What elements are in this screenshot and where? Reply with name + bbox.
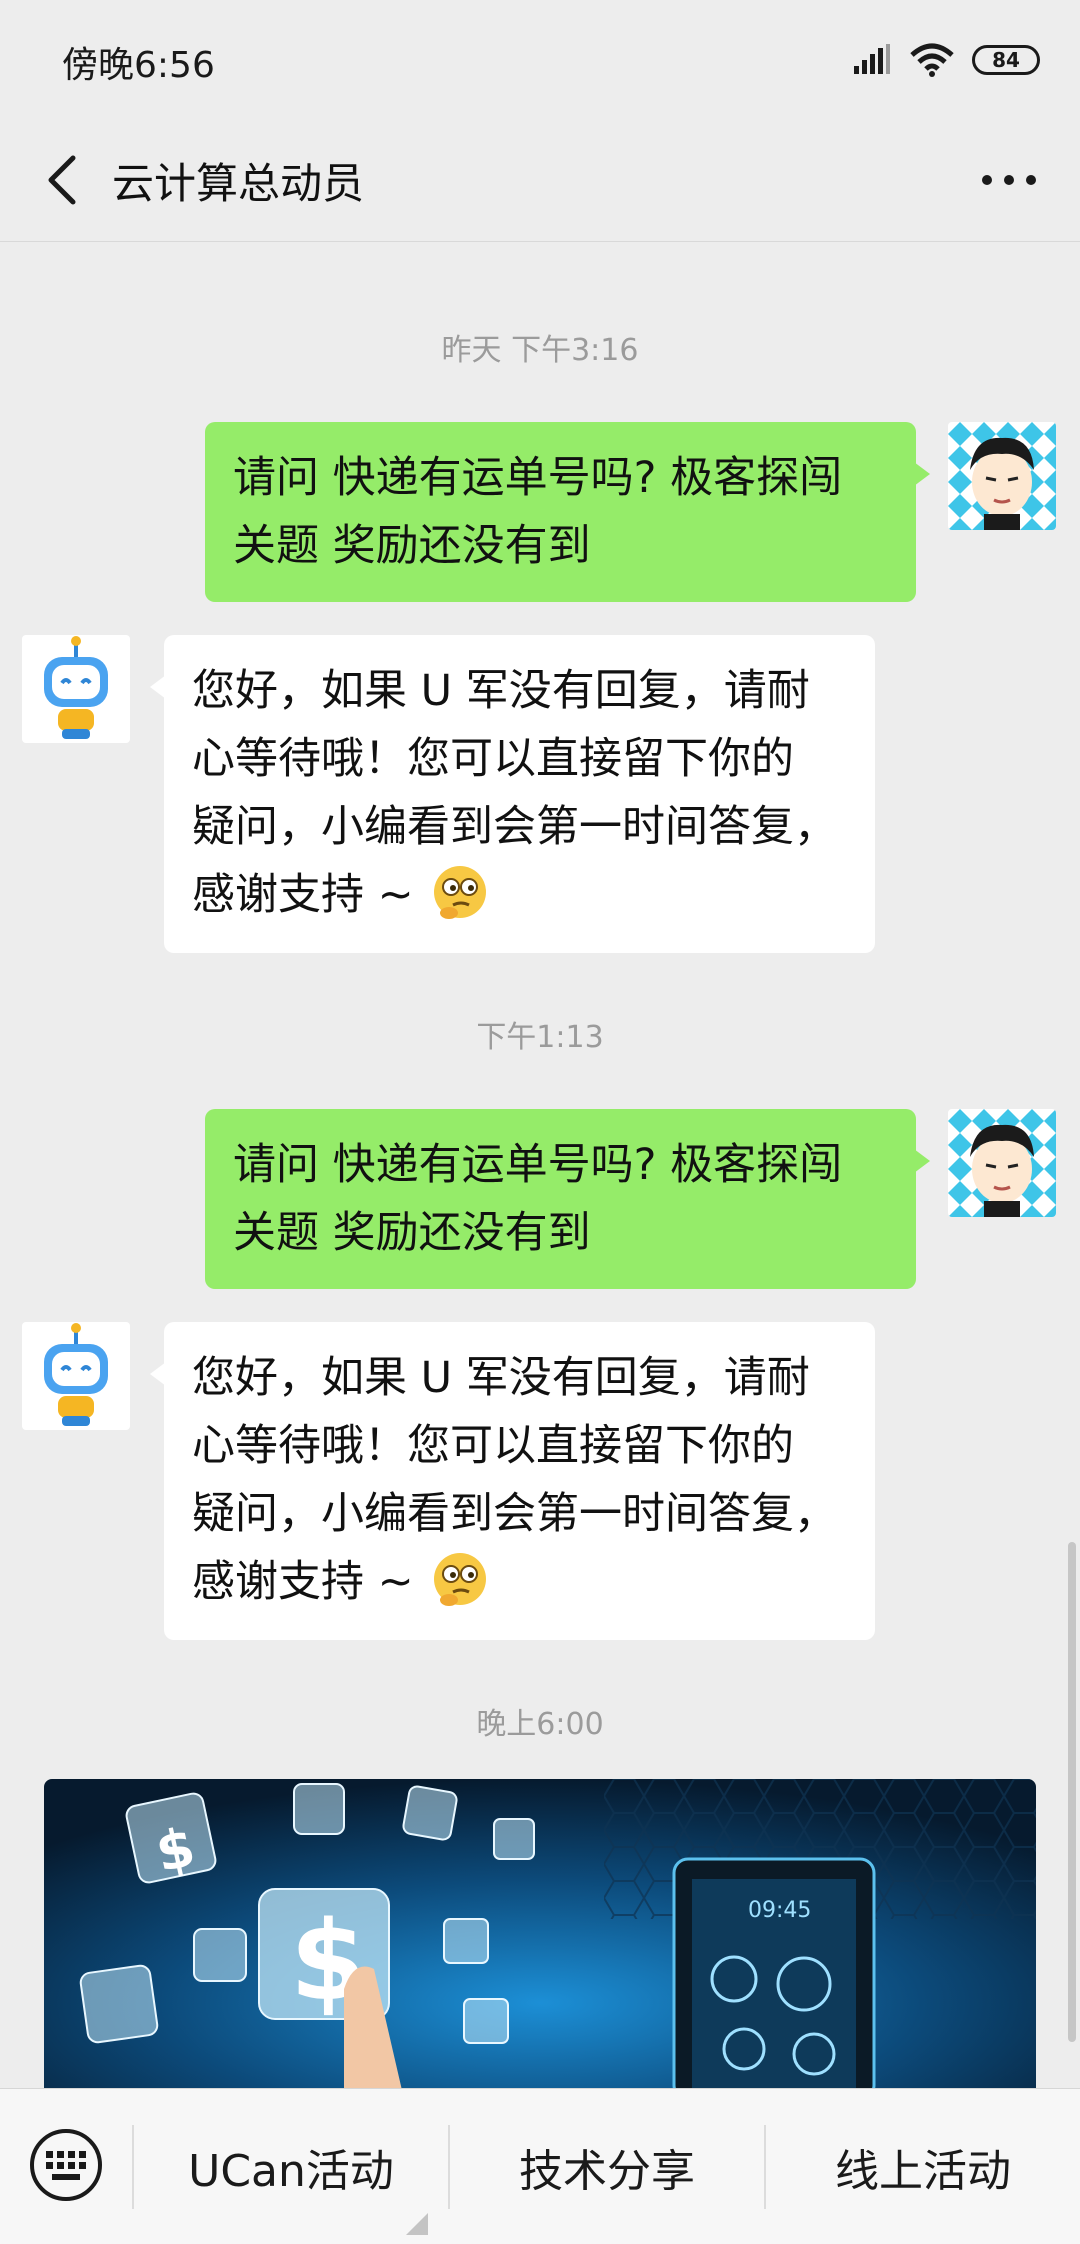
user-avatar[interactable] <box>948 422 1056 530</box>
card-phone-time: 09:45 <box>748 1898 811 1923</box>
article-card[interactable]: $ $ 09:45 <box>44 1779 1036 2088</box>
thinking-emoji-icon <box>434 866 487 919</box>
menu-item-tech-share[interactable]: 技术分享 <box>450 2089 764 2244</box>
message-line: 请问 快递有运单号吗? 极客探闯 <box>233 453 843 503</box>
bot-avatar[interactable] <box>22 1322 130 1430</box>
battery-level: 84 <box>992 48 1020 72</box>
robot-avatar-image <box>22 635 130 743</box>
outgoing-message[interactable]: 请问 快递有运单号吗? 极客探闯 关题 奖励还没有到 <box>205 1109 930 1289</box>
status-time: 傍晚6:56 <box>62 45 215 86</box>
more-button[interactable] <box>968 146 1050 214</box>
message-line: 关题 奖励还没有到 <box>233 1208 591 1258</box>
scrollbar[interactable] <box>1068 1542 1076 2042</box>
user-avatar-image <box>948 1109 1056 1217</box>
message-text: 感谢支持 ~ <box>192 1557 414 1607</box>
submenu-indicator-icon <box>406 2213 428 2235</box>
battery-icon: 84 <box>972 45 1040 75</box>
message-line: 疑问，小编看到会第一时间答复， <box>192 802 837 852</box>
menu-item-label: UCan活动 <box>188 2146 394 2197</box>
bottom-menu: UCan活动 技术分享 线上活动 <box>0 2088 1080 2244</box>
user-avatar-image <box>948 422 1056 530</box>
outgoing-message[interactable]: 请问 快递有运单号吗? 极客探闯 关题 奖励还没有到 <box>205 422 930 602</box>
message-line: 您好，如果 U 军没有回复，请耐 <box>192 1353 810 1403</box>
menu-item-label: 技术分享 <box>519 2146 695 2197</box>
incoming-message[interactable]: 您好，如果 U 军没有回复，请耐 心等待哦！您可以直接留下你的 疑问，小编看到会… <box>150 1322 875 1640</box>
incoming-message[interactable]: 您好，如果 U 军没有回复，请耐 心等待哦！您可以直接留下你的 疑问，小编看到会… <box>150 635 875 953</box>
more-icon <box>982 175 1036 185</box>
wifi-icon <box>910 43 954 77</box>
message-line-last: 感谢支持 ~ <box>192 1548 847 1616</box>
menu-item-online-events[interactable]: 线上活动 <box>766 2089 1080 2244</box>
message-line: 疑问，小编看到会第一时间答复， <box>192 1489 837 1539</box>
robot-avatar-image <box>22 1322 130 1430</box>
article-cover-image: $ $ 09:45 <box>44 1779 1036 2088</box>
message-line: 请问 快递有运单号吗? 极客探闯 <box>233 1140 843 1190</box>
timestamp: 下午1:13 <box>476 1020 604 1055</box>
menu-item-ucan[interactable]: UCan活动 <box>134 2089 448 2244</box>
message-text: 感谢支持 ~ <box>192 870 414 920</box>
timestamp: 昨天 下午3:16 <box>441 333 639 368</box>
status-bar: 傍晚6:56 84 <box>0 0 1080 118</box>
message-line-last: 感谢支持 ~ <box>192 861 847 929</box>
message-line: 您好，如果 U 军没有回复，请耐 <box>192 666 810 716</box>
menu-item-label: 线上活动 <box>835 2146 1011 2197</box>
signal-icon <box>854 44 890 74</box>
message-line: 心等待哦！您可以直接留下你的 <box>192 734 794 784</box>
chat-title: 云计算总动员 <box>112 159 365 208</box>
message-line: 关题 奖励还没有到 <box>233 521 591 571</box>
keyboard-button[interactable] <box>28 2127 104 2203</box>
thinking-emoji-icon <box>434 1553 487 1606</box>
message-line: 心等待哦！您可以直接留下你的 <box>192 1421 794 1471</box>
chevron-left-icon <box>48 155 76 205</box>
back-button[interactable] <box>30 146 94 214</box>
chat-header: 云计算总动员 <box>0 118 1080 242</box>
message-list[interactable]: 昨天 下午3:16 请问 快递有运单号吗? 极客探闯 关题 奖励还没有到 您好，… <box>0 242 1080 2088</box>
timestamp: 晚上6:00 <box>476 1707 604 1742</box>
keyboard-icon <box>30 2129 102 2201</box>
bot-avatar[interactable] <box>22 635 130 743</box>
user-avatar[interactable] <box>948 1109 1056 1217</box>
status-icons: 84 <box>852 40 1040 80</box>
